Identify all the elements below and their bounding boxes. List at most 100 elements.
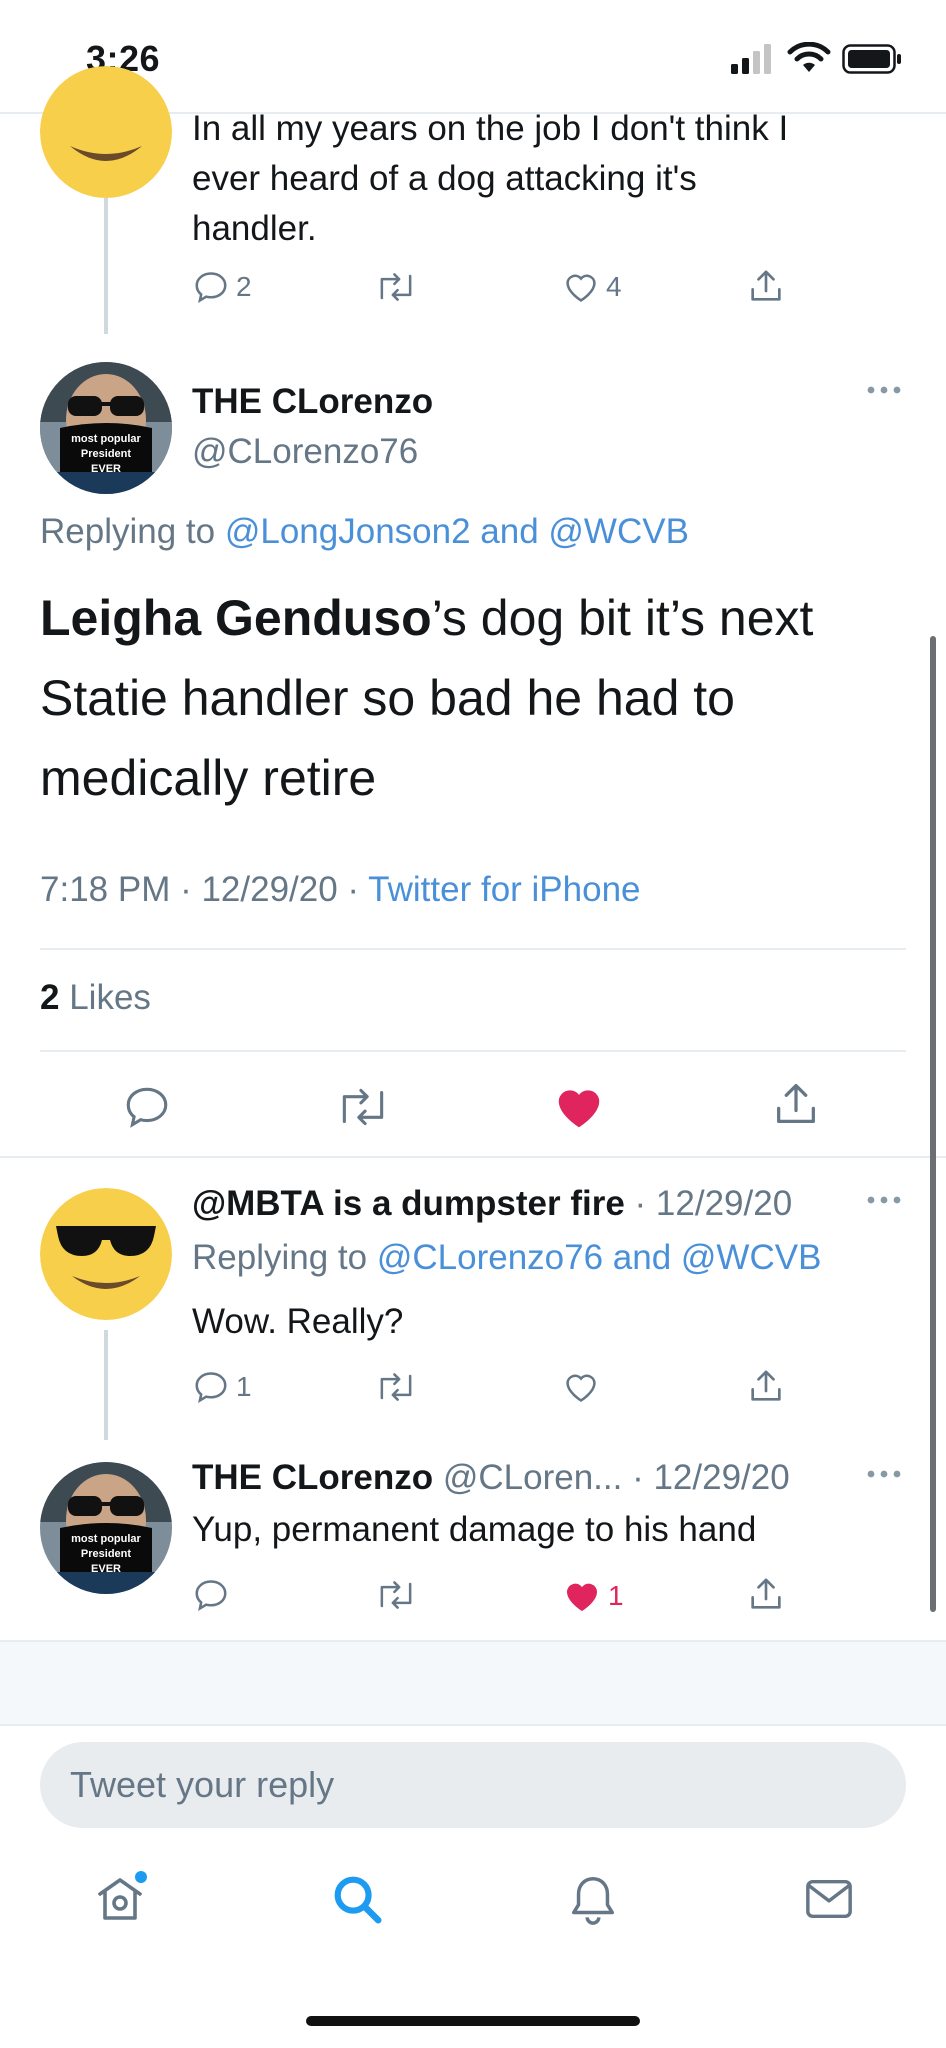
replying-to-link[interactable]: @CLorenzo76 and @WCVB — [377, 1238, 822, 1277]
like-button[interactable] — [562, 1368, 600, 1406]
share-icon — [751, 1578, 781, 1609]
display-name[interactable]: @MBTA is a dumpster fire — [192, 1184, 625, 1223]
sunglasses-emoji-icon — [40, 66, 172, 198]
reply-count: 2 — [236, 271, 252, 302]
heart-filled-icon — [558, 1090, 600, 1128]
avatar[interactable] — [40, 1188, 172, 1320]
tweet-text: In all my years on the job I don't think… — [192, 109, 789, 248]
ellipsis-icon — [867, 1196, 901, 1204]
handle[interactable]: @CLorenzo76 — [192, 432, 418, 472]
reply-button[interactable] — [122, 1082, 172, 1132]
thread-end-spacer — [0, 1640, 946, 1726]
reply-button[interactable]: 2 — [192, 268, 252, 306]
share-icon — [751, 1370, 781, 1401]
more-options-button[interactable] — [866, 1468, 902, 1480]
avatar-mask-caption: most popular President EVER — [71, 433, 141, 475]
scrollbar[interactable] — [930, 636, 936, 1612]
replying-to-link[interactable]: @LongJonson2 and @WCVB — [225, 512, 689, 551]
source-link[interactable]: Twitter for iPhone — [368, 870, 640, 909]
divider — [0, 1156, 946, 1158]
avatar[interactable]: most popular President EVER — [40, 1462, 172, 1594]
retweet-icon — [380, 273, 412, 301]
share-icon — [777, 1083, 815, 1123]
likes-count: 2 — [40, 978, 60, 1017]
tweet-focused: most popular President EVER THE CLorenzo… — [0, 350, 946, 1150]
tweet-text: Yup, permanent damage to his hand — [192, 1510, 757, 1549]
tweet-actions: 2 4 — [192, 266, 792, 310]
home-icon — [98, 1871, 147, 1920]
divider — [40, 948, 906, 950]
reply-count: 1 — [236, 1371, 252, 1402]
reply-date: · 12/29/20 — [634, 1184, 793, 1223]
tab-notifications[interactable] — [566, 1872, 620, 1926]
display-name[interactable]: THE CLorenzo — [192, 382, 433, 422]
heart-outline-icon — [566, 1374, 596, 1402]
like-count: 1 — [608, 1580, 624, 1611]
share-button[interactable] — [746, 266, 786, 306]
more-options-button[interactable] — [866, 1194, 902, 1206]
tweet-actions: 1 — [192, 1366, 792, 1410]
home-indicator[interactable] — [306, 2016, 640, 2026]
tab-search[interactable] — [330, 1872, 384, 1926]
reply-header: @MBTA is a dumpster fire · 12/29/20 — [192, 1184, 792, 1224]
battery-icon — [842, 44, 902, 74]
more-options-button[interactable] — [866, 384, 902, 396]
avatar-mask-caption: most popular President EVER — [71, 1533, 141, 1575]
like-button[interactable] — [552, 1080, 606, 1134]
reply-icon — [195, 1372, 227, 1404]
reply-button[interactable]: 1 — [192, 1368, 252, 1406]
replying-to: Replying to @CLorenzo76 and @WCVB — [192, 1238, 822, 1277]
search-icon — [334, 1876, 382, 1924]
display-name[interactable]: THE CLorenzo — [192, 1458, 433, 1497]
like-button[interactable]: 4 — [562, 268, 622, 306]
like-button[interactable]: 1 — [562, 1576, 624, 1616]
retweet-button[interactable] — [374, 1576, 418, 1614]
tweet-text: Leigha Genduso’s dog bit it’s next Stati… — [40, 590, 814, 806]
avatar[interactable] — [40, 66, 172, 198]
ellipsis-icon — [867, 1470, 901, 1478]
retweet-icon — [342, 1088, 384, 1126]
divider — [40, 1050, 906, 1052]
mail-icon — [806, 1879, 852, 1919]
thread-line — [104, 198, 108, 334]
wifi-icon — [787, 42, 831, 74]
tweet-actions: 1 — [192, 1574, 792, 1618]
reply-icon — [195, 1580, 227, 1612]
handle[interactable]: @CLoren... — [443, 1458, 623, 1497]
ellipsis-icon — [867, 386, 901, 394]
tweet-reply[interactable]: @MBTA is a dumpster fire · 12/29/20 Repl… — [0, 1160, 946, 1440]
tweet-parent[interactable]: In all my years on the job I don't think… — [0, 66, 946, 334]
mention-bold: Leigha Genduso — [40, 590, 432, 646]
tweet-reply[interactable]: most popular President EVER THE CLorenzo… — [0, 1440, 946, 1640]
thread-line — [104, 1330, 108, 1440]
bell-icon — [571, 1877, 615, 1925]
retweet-button[interactable] — [334, 1082, 392, 1132]
retweet-button[interactable] — [374, 268, 418, 306]
reply-input-placeholder: Tweet your reply — [70, 1764, 335, 1805]
share-button[interactable] — [746, 1574, 786, 1614]
heart-filled-icon — [567, 1583, 597, 1611]
timestamp: 7:18 PM · 12/29/20 · — [40, 870, 369, 909]
share-button[interactable] — [770, 1078, 822, 1130]
signal-icon — [731, 44, 775, 74]
reply-icon — [126, 1087, 168, 1128]
likes-label: Likes — [69, 978, 151, 1017]
share-icon — [751, 270, 781, 301]
tab-messages[interactable] — [802, 1874, 856, 1924]
reply-button[interactable] — [192, 1576, 230, 1614]
sunglasses-emoji-icon — [40, 1188, 172, 1320]
tweet-meta: 7:18 PM · 12/29/20 · Twitter for iPhone — [40, 870, 641, 910]
likes-summary[interactable]: 2 Likes — [40, 978, 151, 1018]
reply-header: THE CLorenzo @CLoren... · 12/29/20 — [192, 1458, 790, 1498]
tab-home[interactable] — [92, 1870, 148, 1926]
tab-bar — [0, 1850, 946, 2048]
retweet-button[interactable] — [374, 1368, 418, 1406]
tweet-text: Wow. Really? — [192, 1302, 404, 1341]
share-button[interactable] — [746, 1366, 786, 1406]
heart-outline-icon — [566, 274, 596, 302]
reply-input[interactable]: Tweet your reply — [40, 1742, 906, 1828]
avatar[interactable]: most popular President EVER — [40, 362, 172, 494]
reply-icon — [195, 272, 227, 304]
retweet-icon — [380, 1373, 412, 1401]
retweet-icon — [380, 1581, 412, 1609]
